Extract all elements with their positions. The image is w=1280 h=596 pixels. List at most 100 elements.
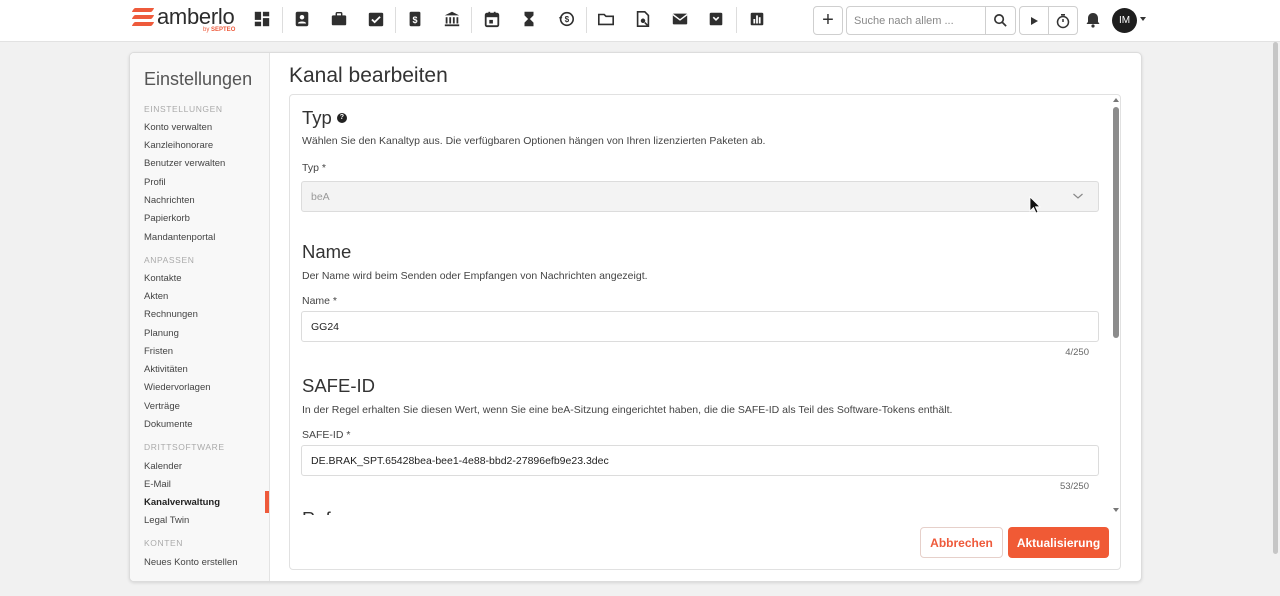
sidebar-title: Einstellungen	[144, 69, 253, 89]
tasks-icon[interactable]	[366, 9, 386, 29]
logo-mark-icon	[131, 7, 155, 29]
timer-controls	[1019, 6, 1078, 35]
scroll-up-arrow-icon[interactable]	[1113, 98, 1119, 102]
svg-text:$: $	[412, 15, 417, 25]
sidebar-item-e-mail[interactable]: E-Mail	[144, 479, 171, 490]
sidebar-item-rechnungen[interactable]: Rechnungen	[144, 309, 198, 320]
chevron-down-icon	[1073, 193, 1083, 199]
sidebar-item-fristen[interactable]: Fristen	[144, 346, 173, 357]
name-field-label: Name *	[302, 295, 338, 307]
safe-id-section-heading: SAFE-ID	[302, 375, 375, 396]
type-field-label: Typ *	[302, 162, 326, 174]
search-icon	[994, 14, 1007, 27]
sidebar-item-wiedervorlagen[interactable]: Wiedervorlagen	[144, 382, 211, 393]
mouse-cursor-icon	[1029, 196, 1041, 214]
name-section-description: Der Name wird beim Senden oder Empfangen…	[302, 270, 648, 282]
cancel-button[interactable]: Abbrechen	[920, 527, 1003, 558]
hourglass-icon[interactable]	[519, 9, 539, 29]
page-scrollbar-thumb[interactable]	[1273, 42, 1278, 554]
sidebar-item-aktivitaeten[interactable]: Aktivitäten	[144, 364, 188, 375]
sidebar-item-kanalverwaltung[interactable]: Kanalverwaltung	[144, 497, 220, 508]
dashboard-icon[interactable]	[252, 9, 272, 29]
invoice-icon[interactable]: $	[405, 9, 425, 29]
svg-text:$: $	[565, 15, 570, 24]
sidebar-active-indicator	[265, 491, 269, 513]
safe-id-section-title: SAFE-ID	[302, 375, 375, 397]
page-scrollbar[interactable]	[1271, 42, 1280, 596]
briefcase-icon[interactable]	[329, 9, 349, 29]
type-select[interactable]: beA	[301, 181, 1099, 212]
form-scroll-area: Typ ? Wählen Sie den Kanaltyp aus. Die v…	[290, 95, 1110, 515]
global-search	[846, 6, 1016, 35]
settings-card: Einstellungen EINSTELLUNGEN Konto verwal…	[129, 52, 1142, 582]
name-input[interactable]	[301, 311, 1099, 342]
sidebar-item-profil[interactable]: Profil	[144, 177, 166, 188]
update-button[interactable]: Aktualisierung	[1008, 527, 1109, 558]
sidebar-item-papierkorb[interactable]: Papierkorb	[144, 213, 190, 224]
sidebar-item-konto-verwalten[interactable]: Konto verwalten	[144, 122, 212, 133]
sidebar-section-label: EINSTELLUNGEN	[144, 104, 223, 114]
sidebar-item-vertraege[interactable]: Verträge	[144, 401, 180, 412]
contacts-icon[interactable]	[292, 9, 312, 29]
calendar-icon[interactable]	[482, 9, 502, 29]
sidebar-item-kalender[interactable]: Kalender	[144, 461, 182, 472]
name-section-title: Name	[302, 241, 351, 263]
user-avatar[interactable]: IM	[1112, 8, 1137, 33]
notifications-bell-icon[interactable]	[1084, 11, 1102, 29]
sidebar-item-dokumente[interactable]: Dokumente	[144, 419, 193, 430]
sidebar-section-label: DRITTSOFTWARE	[144, 442, 225, 452]
safe-id-char-counter: 53/250	[1059, 481, 1089, 492]
edit-channel-form: Typ ? Wählen Sie den Kanaltyp aus. Die v…	[289, 94, 1121, 570]
sidebar-item-kanzleihonorare[interactable]: Kanzleihonorare	[144, 140, 213, 151]
amberlo-logo[interactable]: amberlo by SEPTEO	[131, 4, 236, 36]
sidebar-item-nachrichten[interactable]: Nachrichten	[144, 195, 195, 206]
folder-icon[interactable]	[596, 9, 616, 29]
main-content: Kanal bearbeiten Typ ? Wählen Sie den Ka…	[270, 53, 1141, 581]
inbox-icon[interactable]	[706, 9, 726, 29]
scroll-down-arrow-icon[interactable]	[1113, 508, 1119, 512]
mail-icon[interactable]	[670, 9, 690, 29]
safe-id-section-description: In der Regel erhalten Sie diesen Wert, w…	[302, 404, 953, 416]
logo-subtitle: by SEPTEO	[203, 27, 236, 33]
name-section-heading: Name	[302, 241, 352, 262]
stopwatch-icon	[1056, 13, 1070, 28]
user-menu-caret-icon[interactable]	[1140, 17, 1146, 21]
search-input[interactable]	[847, 7, 985, 34]
sidebar-item-legal-twin[interactable]: Legal Twin	[144, 515, 189, 526]
sidebar-section-label: KONTEN	[144, 538, 184, 548]
document-search-icon[interactable]	[633, 9, 653, 29]
bank-icon[interactable]	[442, 9, 462, 29]
play-icon	[1031, 16, 1039, 25]
play-timer-button[interactable]	[1020, 7, 1048, 34]
sidebar-section-label: ANPASSEN	[144, 255, 195, 265]
search-button[interactable]	[985, 7, 1015, 34]
nav-divider	[736, 7, 737, 33]
sidebar-item-akten[interactable]: Akten	[144, 291, 168, 302]
form-scrollbar-thumb[interactable]	[1113, 107, 1119, 338]
sidebar-item-mandantenportal[interactable]: Mandantenportal	[144, 232, 215, 243]
settings-sidebar: Einstellungen EINSTELLUNGEN Konto verwal…	[130, 53, 270, 581]
top-navbar: amberlo by SEPTEO $ $ + IM	[0, 0, 1280, 42]
type-section-title: Typ ?	[302, 107, 347, 129]
time-history-icon[interactable]: $	[556, 9, 576, 29]
references-section-title: Referenzen	[302, 507, 398, 515]
sidebar-item-neues-konto-erstellen[interactable]: Neues Konto erstellen	[144, 557, 237, 568]
page-title: Kanal bearbeiten	[289, 64, 448, 87]
nav-divider	[395, 7, 396, 33]
nav-divider	[471, 7, 472, 33]
type-section-description: Wählen Sie den Kanaltyp aus. Die verfügb…	[302, 135, 766, 147]
type-section-heading: Typ	[302, 107, 332, 128]
sidebar-item-benutzer-verwalten[interactable]: Benutzer verwalten	[144, 158, 225, 169]
nav-divider	[282, 7, 283, 33]
sidebar-item-planung[interactable]: Planung	[144, 328, 179, 339]
safe-id-input[interactable]	[301, 445, 1099, 476]
help-icon[interactable]: ?	[336, 113, 347, 123]
reports-icon[interactable]	[747, 9, 767, 29]
sidebar-item-kontakte[interactable]: Kontakte	[144, 273, 182, 284]
safe-id-field-label: SAFE-ID *	[302, 429, 351, 441]
type-select-value: beA	[311, 190, 330, 203]
nav-divider	[586, 7, 587, 33]
form-scrollbar[interactable]	[1112, 95, 1120, 517]
add-new-button[interactable]: +	[813, 6, 843, 35]
stopwatch-button[interactable]	[1048, 7, 1077, 34]
